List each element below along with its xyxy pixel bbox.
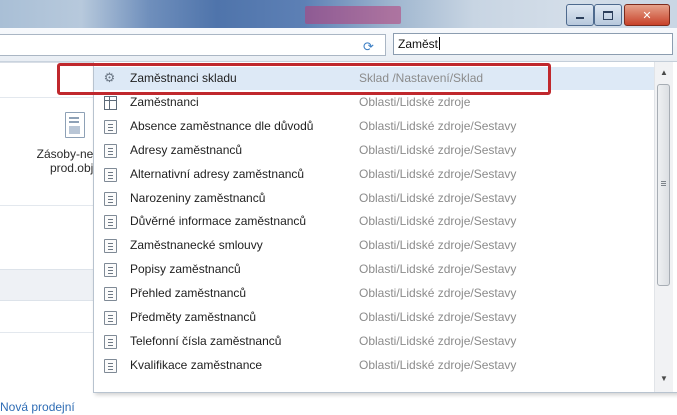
result-path: Oblasti/Lidské zdroje/Sestavy [359, 286, 517, 301]
highlight-annotation-box [57, 63, 551, 95]
result-name: Narozeniny zaměstnanců [130, 190, 266, 205]
result-path: Oblasti/Lidské zdroje/Sestavy [359, 166, 517, 181]
result-name: Adresy zaměstnanců [130, 142, 243, 157]
report-icon [104, 191, 117, 206]
search-results-dropdown: ⚙ Zaměstnanci skladu Sklad /Nastavení/Skla… [93, 62, 677, 393]
search-result-item[interactable]: Narozeniny zaměstnanců Oblasti/Lidské zdr… [94, 187, 654, 210]
title-accent [305, 6, 401, 24]
search-result-item[interactable]: Kvalifikace zaměstnance Oblasti/Lidské zd… [94, 354, 654, 377]
report-icon [104, 263, 117, 278]
result-path: Oblasti/Lidské zdroje/Sestavy [359, 238, 517, 253]
new-sales-link[interactable]: Nová prodejní [0, 400, 75, 414]
search-result-item[interactable]: Důvěrné informace zaměstnanců Oblasti/Lid… [94, 210, 654, 233]
result-name: Důvěrné informace zaměstnanců [130, 214, 307, 229]
report-icon [104, 287, 117, 302]
dropdown-scrollbar[interactable]: ▲ ▼ [654, 62, 673, 392]
search-input[interactable]: Zaměst [393, 33, 673, 55]
result-name: Popisy zaměstnanců [130, 262, 241, 277]
result-name: Přehled zaměstnanců [130, 286, 247, 301]
window-title-bar[interactable]: ✕ [0, 0, 677, 28]
toolbar: ⟳ Zaměst [0, 28, 677, 62]
search-result-item[interactable]: Adresy zaměstnanců Oblasti/Lidské zdroje/… [94, 139, 654, 162]
search-result-item[interactable]: Alternativní adresy zaměstnanců Oblasti/L… [94, 163, 654, 186]
scroll-grip-icon [661, 181, 666, 182]
search-result-item[interactable]: Absence zaměstnance dle důvodů Oblasti/Li… [94, 115, 654, 138]
minimize-button[interactable] [566, 4, 594, 26]
divider [0, 332, 95, 333]
scrollbar-thumb[interactable] [657, 84, 670, 286]
report-icon [104, 358, 117, 373]
maximize-button[interactable] [594, 4, 622, 26]
result-path: Oblasti/Lidské zdroje/Sestavy [359, 190, 517, 205]
scroll-up-arrow-icon[interactable]: ▲ [659, 68, 669, 78]
report-icon [104, 334, 117, 349]
result-name: Telefonní čísla zaměstnanců [130, 333, 282, 348]
search-result-item[interactable]: Telefonní čísla zaměstnanců Oblasti/Lidsk… [94, 330, 654, 353]
result-path: Oblasti/Lidské zdroje/Sestavy [359, 214, 517, 229]
search-result-item[interactable]: Zaměstnanecké smlouvy Oblasti/Lidské zdro… [94, 234, 654, 257]
tile-label[interactable]: Zásoby-ned prod.obje [0, 147, 100, 175]
result-name: Zaměstnanci [130, 94, 199, 109]
search-result-item[interactable]: Předměty zaměstnanců Oblasti/Lidské zdroj… [94, 306, 654, 329]
scroll-down-arrow-icon[interactable]: ▼ [659, 374, 669, 384]
result-path: Oblasti/Lidské zdroje/Sestavy [359, 118, 517, 133]
result-path: Oblasti/Lidské zdroje/Sestavy [359, 262, 517, 277]
result-path: Oblasti/Lidské zdroje/Sestavy [359, 333, 517, 348]
section-band [0, 269, 95, 301]
search-input-value: Zaměst [398, 37, 439, 51]
divider [0, 97, 95, 98]
result-path: Oblasti/Lidské zdroje/Sestavy [359, 142, 517, 157]
result-name: Zaměstnanecké smlouvy [130, 238, 263, 253]
search-result-item[interactable]: Popisy zaměstnanců Oblasti/Lidské zdroje/… [94, 258, 654, 281]
report-icon [104, 239, 117, 254]
search-result-item[interactable]: Přehled zaměstnanců Oblasti/Lidské zdroje… [94, 282, 654, 305]
report-icon [104, 167, 117, 182]
address-bar[interactable]: ⟳ [0, 34, 386, 56]
result-path: Oblasti/Lidské zdroje [359, 94, 471, 109]
result-name: Alternativní adresy zaměstnanců [130, 166, 305, 181]
divider [0, 205, 95, 206]
report-icon [104, 119, 117, 134]
result-path: Oblasti/Lidské zdroje/Sestavy [359, 357, 517, 372]
report-icon [104, 143, 117, 158]
refresh-icon[interactable]: ⟳ [362, 40, 375, 53]
text-caret [439, 37, 441, 50]
close-button[interactable]: ✕ [624, 4, 670, 26]
report-icon [104, 215, 117, 230]
close-icon: ✕ [642, 9, 652, 22]
report-tile-icon[interactable] [65, 112, 85, 138]
tile-label-line1: Zásoby-ned [36, 147, 100, 161]
tile-label-line2: prod.obje [49, 161, 100, 175]
result-path: Oblasti/Lidské zdroje/Sestavy [359, 310, 517, 324]
table-icon [104, 95, 117, 110]
result-name: Absence zaměstnance dle důvodů [130, 118, 314, 133]
report-icon [104, 311, 117, 325]
result-name: Předměty zaměstnanců [130, 310, 257, 324]
result-name: Kvalifikace zaměstnance [130, 357, 263, 372]
